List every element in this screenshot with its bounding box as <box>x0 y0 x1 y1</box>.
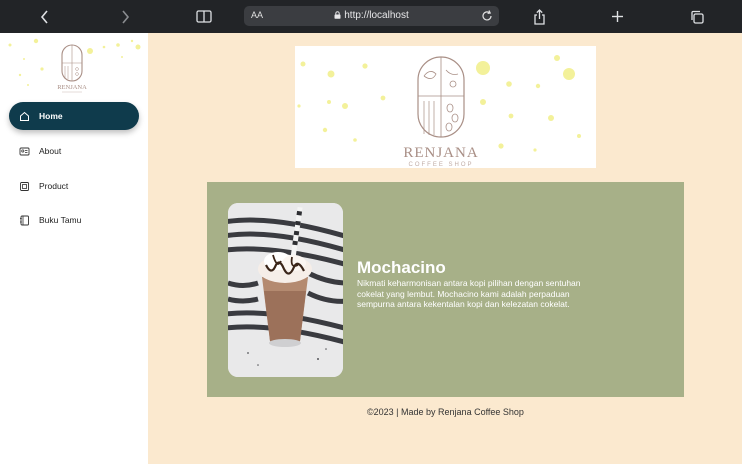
sidebar-item-label: Home <box>39 111 63 121</box>
product-card: Mochacino Nikmati keharmonisan antara ko… <box>207 182 684 397</box>
mochacino-image <box>228 203 343 377</box>
sidebar: RENJANA Home About Product Buku Tamu <box>0 33 148 464</box>
sidebar-item-about[interactable]: About <box>9 137 139 165</box>
sidebar-item-label: Buku Tamu <box>39 215 82 225</box>
sidebar-item-label: Product <box>39 181 69 191</box>
sidebar-item-buku-tamu[interactable]: Buku Tamu <box>9 206 139 234</box>
lock-icon <box>334 11 341 19</box>
forward-icon <box>122 9 130 24</box>
banner-tagline: COFFEE SHOP <box>408 162 473 168</box>
home-icon <box>18 110 30 122</box>
about-icon <box>18 145 30 157</box>
sidebar-logo[interactable]: RENJANA <box>0 33 148 95</box>
footer-text: ©2023 | Made by Renjana Coffee Shop <box>367 407 524 417</box>
back-icon <box>40 9 48 24</box>
sidebar-item-label: About <box>39 146 62 156</box>
guestbook-icon <box>18 214 30 226</box>
tabs-overview-button[interactable] <box>686 0 708 33</box>
tabs-icon <box>691 10 704 24</box>
renjana-logo: RENJANA COFFEE SHOP <box>297 55 581 168</box>
back-button[interactable] <box>34 0 56 33</box>
browser-toolbar: AA http://localhost <box>0 0 742 33</box>
share-icon <box>533 8 545 25</box>
reload-icon <box>482 10 492 21</box>
address-bar[interactable]: AA http://localhost <box>244 6 499 26</box>
banner-brand: RENJANA <box>403 145 478 161</box>
bookmarks-button[interactable] <box>193 0 215 33</box>
sidebar-item-product[interactable]: Product <box>9 172 139 200</box>
reload-button[interactable] <box>481 9 493 25</box>
forward-button[interactable] <box>114 0 136 33</box>
sidebar-logo-text: RENJANA <box>57 84 87 91</box>
plus-icon <box>611 11 623 22</box>
product-icon <box>18 180 30 192</box>
new-tab-button[interactable] <box>606 0 628 33</box>
address-text: http://localhost <box>344 10 409 21</box>
sidebar-item-home[interactable]: Home <box>9 102 139 130</box>
share-button[interactable] <box>528 0 550 33</box>
hero-banner: RENJANA COFFEE SHOP <box>295 46 596 168</box>
renjana-logo-small: RENJANA <box>8 38 141 93</box>
book-icon <box>196 10 212 23</box>
product-title: Mochacino <box>357 258 446 277</box>
product-description: Nikmati keharmonisan antara kopi pilihan… <box>357 278 581 309</box>
